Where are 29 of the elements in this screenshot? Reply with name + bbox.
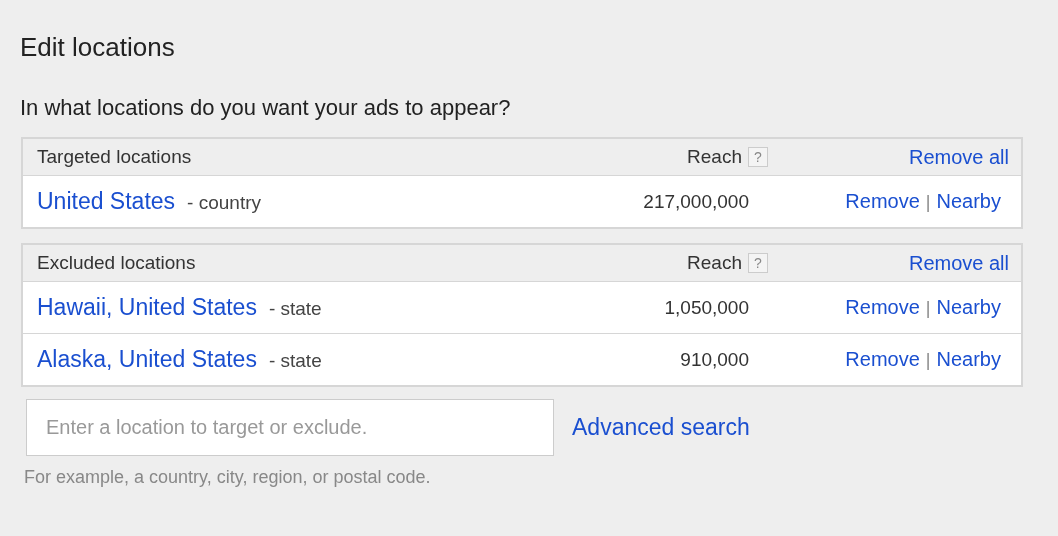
remove-link[interactable]: Remove [845,190,920,213]
remove-all-link[interactable]: Remove all [908,145,1021,169]
reach-value: 1,050,000 [664,296,750,319]
location-type: - state [268,298,322,320]
nearby-link[interactable]: Nearby [936,296,1001,319]
separator: | [925,298,931,319]
nearby-link[interactable]: Nearby [936,348,1001,371]
reach-heading: Reach [687,252,742,274]
hint-text: For example, a country, city, region, or postal code. [24,467,431,488]
question-text: In what locations do you want your ads to appear? [20,94,511,122]
location-link[interactable]: United States [37,188,176,215]
separator: | [925,192,931,213]
location-search-field[interactable]: Enter a location to target or exclude. [26,399,554,456]
reach-value: 217,000,000 [643,190,750,213]
section-heading: Excluded locations [36,252,197,274]
location-link[interactable]: Alaska, United States [37,346,257,373]
location-link[interactable]: Hawaii, United States [37,294,257,321]
remove-link[interactable]: Remove [845,348,920,371]
reach-heading: Reach [687,146,742,168]
section-heading: Targeted locations [36,146,193,168]
remove-all-link[interactable]: Remove all [908,251,1021,275]
reach-value: 910,000 [680,348,750,371]
separator: | [925,350,931,371]
remove-link[interactable]: Remove [845,296,920,319]
nearby-link[interactable]: Nearby [936,190,1001,213]
page-title: Edit locations [20,31,176,64]
advanced-search-link[interactable]: Advanced search [572,414,750,441]
location-type: - country [187,192,261,214]
location-type: - state [268,350,322,372]
